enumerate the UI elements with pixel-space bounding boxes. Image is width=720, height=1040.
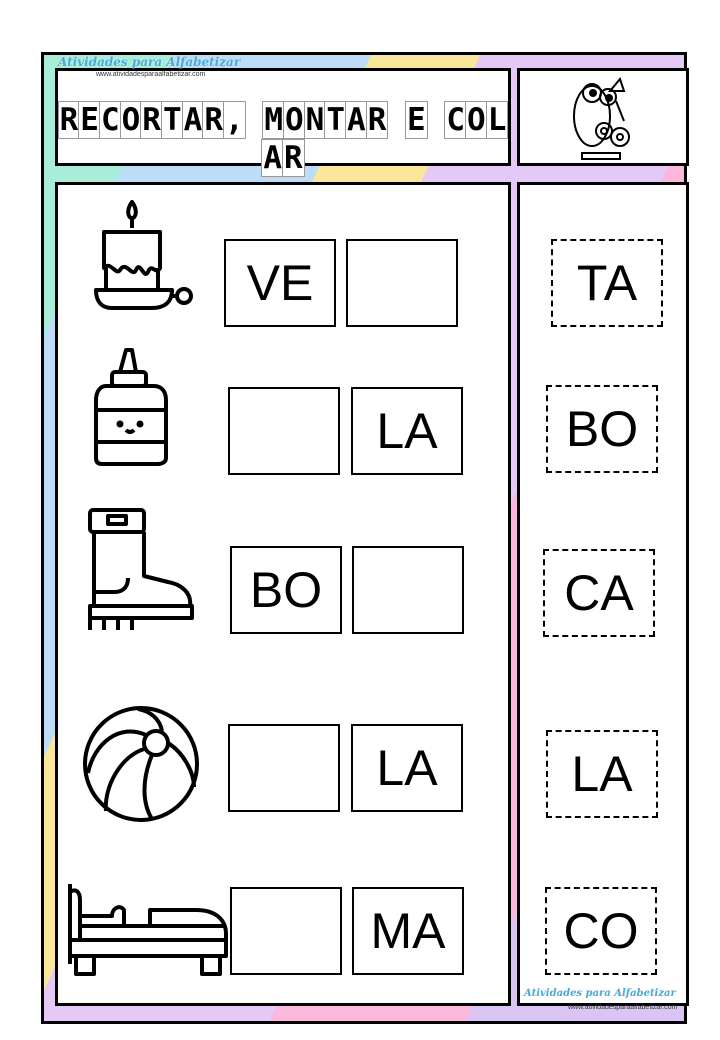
ball-icon [83,706,199,822]
title-letter: L [485,101,509,139]
empty-syllable-slot[interactable] [228,387,340,475]
title-letter: M [262,101,285,139]
page-title: RECORTAR, MONTAR E COLAR [57,101,509,177]
empty-syllable-slot[interactable] [352,546,464,634]
title-letter: R [365,101,389,139]
cutout-syllable[interactable]: CO [545,887,657,975]
title-letter: E [78,101,101,139]
syllable-box: LA [351,387,463,475]
title-letter: A [181,101,205,139]
title-letter: A [261,139,284,177]
mascot-box [517,68,689,166]
cutout-syllable[interactable]: BO [546,385,658,473]
title-letter: R [282,139,305,177]
syllable-box: LA [351,724,463,812]
title-letter: O [465,101,488,139]
mascot-scissors-icon [573,76,630,160]
cutout-syllable[interactable]: LA [546,730,658,818]
bed-icon [68,884,228,976]
title-letter: T [324,101,348,139]
cutout-syllable[interactable]: CA [543,549,655,637]
title-letter: O [119,101,143,139]
title-letter: , [222,101,246,139]
syllable-box: VE [224,239,336,327]
header-logo-url: www.atividadesparaalfabetizar.com [96,71,206,78]
footer-logo: Atividades para Alfabetizar [524,988,676,999]
title-letter: A [345,101,368,139]
title-box: RECORTAR, MONTAR E COLAR [55,68,511,177]
boot-icon [88,508,194,630]
glue-bottle-icon [94,348,168,466]
title-letter: C [444,101,468,139]
title-letter: C [98,101,122,139]
title-letter: R [202,101,225,139]
title-letter: E [405,101,428,139]
header-logo: Atividades para Alfabetizar [58,55,241,69]
empty-syllable-slot[interactable] [346,239,458,327]
title-letter: N [303,101,327,139]
title-letter: R [57,101,81,139]
empty-syllable-slot[interactable] [228,724,340,812]
cutout-syllable[interactable]: TA [551,239,663,327]
title-letter: T [160,101,184,139]
footer-logo-url: www.atividadesparaalfabetizar.com [568,1004,678,1011]
title-letter: O [283,101,306,139]
syllable-box: MA [352,887,464,975]
candle-icon [94,200,193,310]
empty-syllable-slot[interactable] [230,887,342,975]
syllable-box: BO [230,546,342,634]
title-letter: R [140,101,163,139]
